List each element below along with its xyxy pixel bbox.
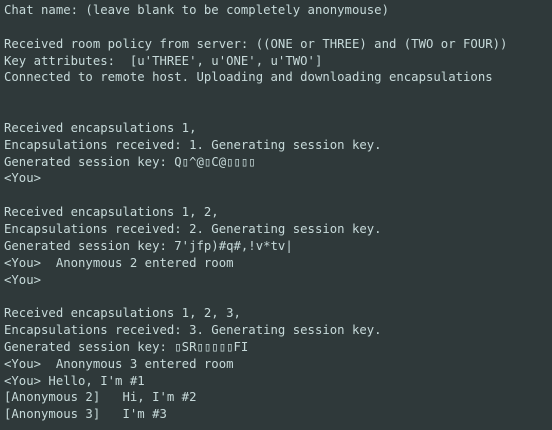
terminal-line-you-prompt: <You> [4,272,42,287]
terminal-line-received-encapsulations: Received encapsulations 1, [4,120,197,135]
terminal-window[interactable]: Chat name: (leave blank to be completely… [0,0,552,430]
terminal-line-chat-name-prompt: Chat name: (leave blank to be completely… [4,3,389,17]
terminal-line-chat-message: [Anonymous 3] I'm #3 [4,407,167,422]
terminal-line-entered-room: <You> Anonymous 3 entered room [4,356,234,371]
terminal-line-received-encapsulations: Received encapsulations 1, 2, 3, [4,306,241,321]
terminal-line-entered-room: <You> Anonymous 2 entered room [4,255,234,270]
terminal-line-encapsulations-count: Encapsulations received: 3. Generating s… [4,323,382,338]
terminal-line-connected: Connected to remote host. Uploading and … [4,70,493,85]
terminal-line-received-encapsulations: Received encapsulations 1, 2, [4,205,219,220]
terminal-line-chat-message: <You> Hello, I'm #1 [4,373,145,388]
terminal-line-you-prompt: <You> [4,171,42,186]
terminal-line-session-key: Generated session key: Q▯^@▯C@▯▯▯▯ [4,154,256,169]
terminal-line-encapsulations-count: Encapsulations received: 2. Generating s… [4,221,382,236]
terminal-line-key-attributes: Key attributes: [u'THREE', u'ONE', u'TWO… [4,53,323,68]
terminal-line-chat-message: [Anonymous 2] Hi, I'm #2 [4,390,197,405]
terminal-line-session-key: Generated session key: 7'jfp)#q#,!v*tv| [4,238,293,253]
terminal-line-room-policy: Received room policy from server: ((ONE … [4,36,508,51]
terminal-line-encapsulations-count: Encapsulations received: 1. Generating s… [4,137,382,152]
terminal-line-session-key: Generated session key: ▯SR▯▯▯▯▯FI [4,339,249,354]
